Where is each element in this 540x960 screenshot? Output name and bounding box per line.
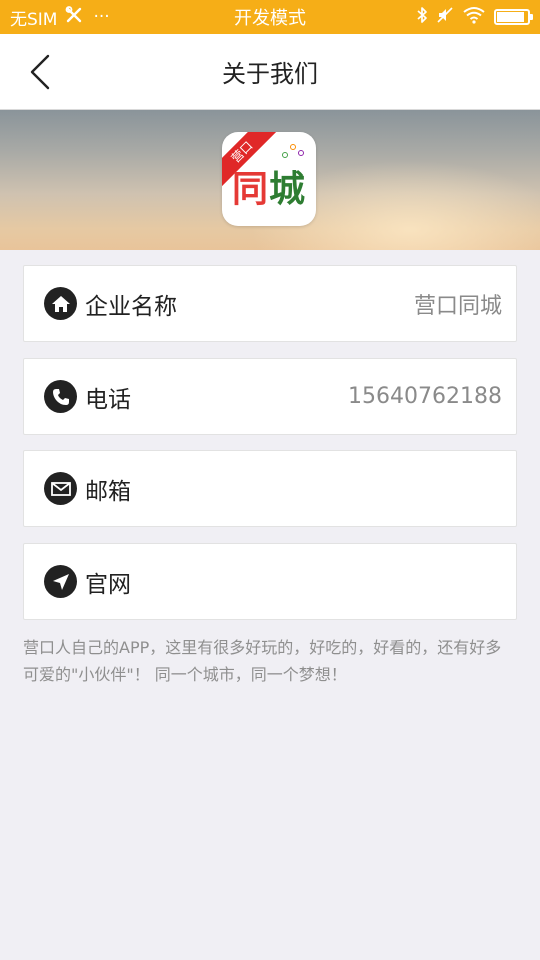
info-value: 15640762188 [348,384,502,409]
wifi-icon [462,6,486,29]
info-label: 官网 [85,571,131,598]
info-value: 营口同城 [413,293,502,319]
back-button[interactable] [18,48,62,96]
status-left: 无SIM ··· [10,5,110,30]
header-banner: 营口 同城 [0,110,540,250]
carrier-text: 无SIM [10,9,58,30]
status-right [416,6,533,29]
info-item-email[interactable]: 邮箱 [23,450,517,527]
logo-text: 同城 [222,160,316,212]
info-item-phone[interactable]: 电话 15640762188 [23,358,517,435]
nav-bar: 关于我们 [0,34,540,110]
app-logo: 营口 同城 [222,132,316,226]
more-dots: ··· [93,7,110,27]
phone-icon [44,380,77,413]
info-label: 企业名称 [85,293,177,320]
battery-fill [497,12,524,22]
mail-icon [44,472,77,505]
info-item-website[interactable]: 官网 [23,543,517,620]
page-title: 关于我们 [222,60,318,88]
status-bar: 无SIM ··· 开发模式 [0,0,540,34]
info-label: 电话 [85,386,131,413]
location-arrow-icon [44,565,77,598]
about-description: 营口人自己的APP，这里有很多好玩的，好吃的，好看的，还有好多可爱的"小伙伴"！… [23,638,502,684]
home-icon [44,287,77,320]
bluetooth-icon [416,6,428,29]
chevron-left-icon [30,54,50,90]
logo-char-1: 同 [231,169,269,210]
logo-char-2: 城 [269,169,307,210]
info-item-company[interactable]: 企业名称 营口同城 [23,265,517,342]
mute-icon [436,6,454,29]
info-label: 邮箱 [85,478,131,505]
logo-dots [280,142,308,162]
battery-icon [494,9,533,25]
tools-icon [65,5,85,29]
